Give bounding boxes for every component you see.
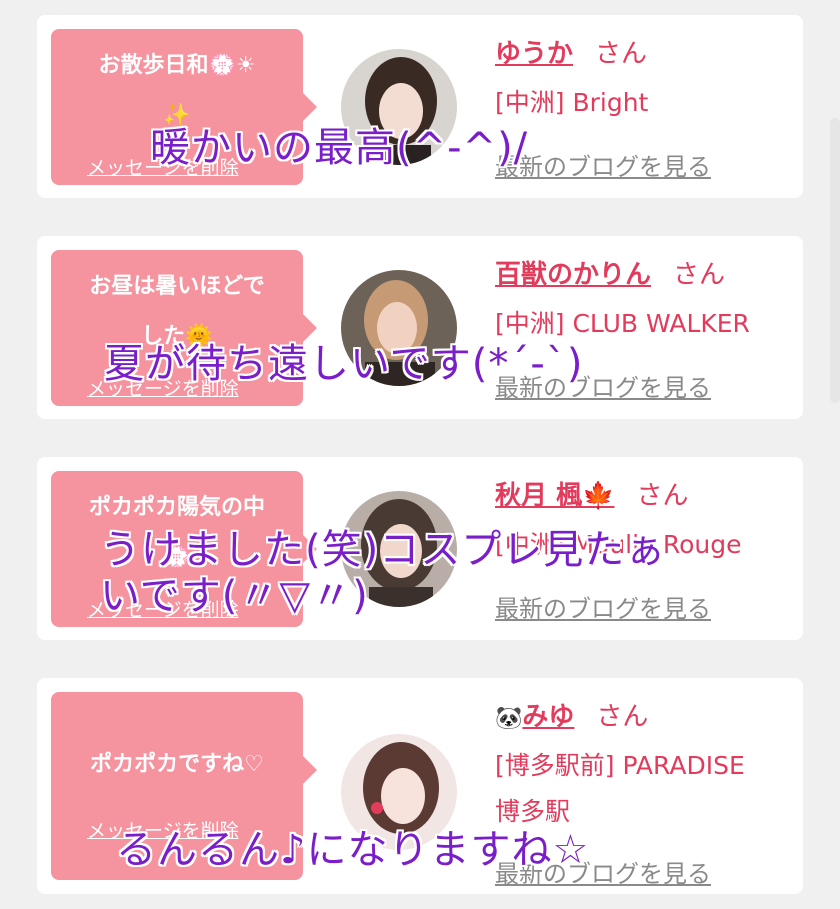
honorific: さん bbox=[673, 260, 726, 290]
honorific: さん bbox=[595, 39, 648, 69]
shop-name: [博多駅前] PARADISE bbox=[495, 751, 745, 780]
station-name: 博多駅 bbox=[495, 797, 571, 826]
overlay-comment: うけました(笑)コスプレ見たぁ bbox=[100, 527, 667, 573]
sender-name-line: 🐼みゆ さん bbox=[495, 696, 648, 733]
honorific: さん bbox=[636, 481, 689, 511]
shop-name: [中洲] CLUB WALKER bbox=[495, 309, 750, 338]
girl-name-link[interactable]: 秋月 楓🍁 bbox=[495, 481, 614, 511]
overlay-comment: るんるん♪になりますね☆ bbox=[116, 827, 590, 873]
girl-name-link[interactable]: ゆうか bbox=[495, 39, 573, 69]
panda-icon: 🐼 bbox=[495, 706, 523, 731]
scrollbar[interactable] bbox=[830, 118, 840, 403]
honorific: さん bbox=[596, 702, 649, 732]
sender-name-line: ゆうか さん bbox=[495, 33, 647, 70]
overlay-comment: 暖かいの最高(^-^)/ bbox=[150, 125, 529, 171]
sender-name-line: 秋月 楓🍁 さん bbox=[495, 475, 688, 512]
latest-blog-link[interactable]: 最新のブログを見る bbox=[495, 589, 711, 624]
message-card: お昼は暑いほどで した🌞 メッセージを削除 百獣のかりん さん [中洲] CLUB… bbox=[37, 236, 803, 419]
message-text: ポカポカですね♡ bbox=[90, 752, 264, 777]
girl-name-link[interactable]: みゆ bbox=[522, 702, 574, 732]
overlay-comment: いです(〃▽〃) bbox=[100, 573, 369, 619]
sender-name-line: 百獣のかりん さん bbox=[495, 254, 725, 291]
overlay-comment: 夏が待ち遠しいです(*´-`) bbox=[104, 341, 584, 387]
shop-name: [中洲] Bright bbox=[495, 88, 649, 117]
girl-name-link[interactable]: 百獣のかりん bbox=[495, 260, 651, 290]
